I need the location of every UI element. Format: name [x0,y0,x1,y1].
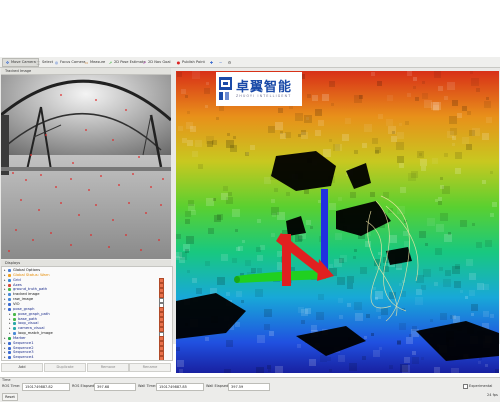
measure-icon: ▭ [84,59,89,65]
wall-elapsed-field[interactable]: 397.59 [228,383,270,391]
wall-time-field[interactable]: 1501749887.85 [156,383,204,391]
display-type-icon [8,351,11,355]
display-type-icon [8,336,11,340]
remove-tool-button[interactable]: − [216,58,225,66]
publish-point-icon: ● [176,59,181,65]
display-type-icon [13,317,16,321]
ros-time-field[interactable]: 1501749887.82 [22,383,70,391]
display-type-icon [8,346,11,350]
fps-label: 24 fps [487,393,498,397]
rviz-window: ✥ Move Camera ⬚ Select ◎ Focus Camera ▭ Meas… [0,57,500,402]
select-icon: ⬚ [36,59,41,65]
measure-button[interactable]: ▭ Measure [82,58,107,66]
display-type-icon [13,312,16,316]
display-enabled-checkbox[interactable] [159,355,164,360]
display-type-icon [8,298,11,302]
display-item[interactable]: ▸ Sequence4 [2,355,172,360]
camera-view-icon: ⚙ [227,59,232,65]
logo-text: 卓翼智能 [236,80,293,95]
render-3d-view[interactable] [176,71,499,373]
focus-camera-icon: ◎ [54,59,59,65]
display-type-icon [8,293,11,297]
experimental-checkbox[interactable] [463,384,468,389]
move-camera-icon: ✥ [5,60,10,65]
display-type-icon [8,356,11,360]
display-type-icon [13,332,16,336]
display-type-icon [13,327,16,331]
voxel-map [176,71,499,373]
toolbar: ✥ Move Camera ⬚ Select ◎ Focus Camera ▭ Meas… [0,57,500,68]
nav-goal-button[interactable]: ➚ 2D Nav Goal [140,58,173,66]
tracked-image-panel-title: Tracked Image [1,68,171,75]
camera-view-button[interactable]: ⚙ [225,58,234,66]
display-type-icon [8,307,11,311]
remove-icon: − [218,59,223,65]
experimental-label: Experimental [469,384,493,388]
wall-time-label: Wall Time: [138,384,157,388]
nav-goal-icon: ➚ [142,59,147,65]
display-type-icon [13,322,16,326]
z-axis [321,189,328,269]
time-panel: Time ROS Time: 1501749887.82 ROS Elapsed… [0,377,500,402]
ros-elapsed-label: ROS Elapsed: [72,384,96,388]
display-type-icon [8,278,11,282]
wall-elapsed-label: Wall Elapsed: [206,384,230,388]
duplicate-display-button[interactable]: Duplicate [44,363,86,372]
displays-tree: ▸ Global Options ▸ Global Status: Warn ▸ Grid… [1,266,173,361]
display-type-icon [8,269,11,272]
publish-point-button[interactable]: ● Publish Point [174,58,207,66]
display-type-icon [8,283,11,287]
expand-icon[interactable]: ▸ [4,355,6,360]
display-type-icon [8,302,11,306]
display-type-icon [8,288,11,292]
pose-estimate-icon: ➚ [108,59,113,65]
rename-display-button[interactable]: Rename [129,363,171,372]
add-display-button[interactable]: Add [1,363,43,372]
brand-logo: 卓翼智能 ZHUOYI INTELLIGENT [216,72,302,106]
x-axis-stem [282,234,291,286]
display-item-label: Sequence4 [13,355,34,360]
time-panel-title: Time [2,378,11,382]
logo-subtitle: ZHUOYI INTELLIGENT [236,94,292,98]
ros-elapsed-field[interactable]: 397.68 [94,383,136,391]
display-type-icon [8,341,11,345]
displays-buttons: Add Duplicate Remove Rename [1,363,171,372]
tracked-image-view [1,75,171,259]
remove-display-button[interactable]: Remove [87,363,129,372]
display-type-icon [8,273,11,277]
camera-image [1,75,171,259]
add-tool-button[interactable]: ✚ [207,58,216,66]
ros-time-label: ROS Time: [2,384,21,388]
add-icon: ✚ [209,59,214,65]
